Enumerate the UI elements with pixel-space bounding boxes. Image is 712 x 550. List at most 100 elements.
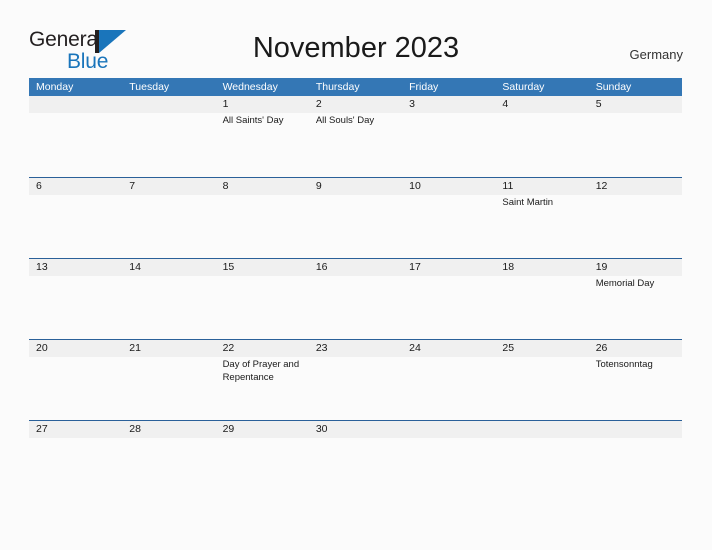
weekday-header-monday: Monday	[36, 81, 74, 93]
day-number-26[interactable]: 26	[589, 340, 682, 357]
day-events-10	[402, 195, 495, 257]
holiday-label: All Souls' Day	[315, 115, 375, 126]
holiday-label: Saint Martin	[502, 197, 554, 208]
weekday-header-sunday: Sunday	[595, 81, 632, 93]
holiday-label: Totensonntag	[595, 359, 653, 370]
day-events-18	[495, 276, 588, 338]
weekday-header-tuesday: Tuesday	[129, 81, 170, 93]
day-number-5[interactable]: 5	[589, 96, 682, 113]
weekday-header-saturday: Saturday	[502, 81, 545, 93]
day-events-29	[216, 438, 309, 500]
day-number-27[interactable]: 27	[29, 421, 122, 438]
weekday-header-wednesday: Wednesday	[222, 81, 278, 93]
day-events-9	[309, 195, 402, 257]
day-number-empty	[122, 96, 215, 113]
day-number-3[interactable]: 3	[402, 96, 495, 113]
day-number-1[interactable]: 1	[216, 96, 309, 113]
day-events-empty	[122, 113, 215, 175]
week-event-band: All Saints' Day All Souls' Day	[29, 113, 682, 175]
day-events-14	[122, 276, 215, 338]
day-events-24	[402, 357, 495, 419]
logo-text-blue: Blue	[67, 50, 109, 73]
general-blue-logo[interactable]: General Blue	[29, 28, 159, 73]
day-number-29[interactable]: 29	[216, 421, 309, 438]
day-number-25[interactable]: 25	[495, 340, 588, 357]
week-date-band: 20 21 22 23 24 25 26	[29, 340, 682, 357]
day-number-8[interactable]: 8	[216, 178, 309, 195]
day-events-7	[122, 195, 215, 257]
day-number-empty	[495, 421, 588, 438]
holiday-label: Day of Prayer and Repentance	[222, 359, 300, 383]
day-number-22[interactable]: 22	[216, 340, 309, 357]
day-number-11[interactable]: 11	[495, 178, 588, 195]
day-number-empty	[589, 421, 682, 438]
day-number-19[interactable]: 19	[589, 259, 682, 276]
country-label: Germany	[629, 47, 683, 62]
calendar-week-row: 1 2 3 4 5 All Saints' Day All Souls' Day	[29, 96, 682, 177]
day-number-14[interactable]: 14	[122, 259, 215, 276]
day-number-empty	[402, 421, 495, 438]
day-events-empty	[29, 113, 122, 175]
day-events-8	[216, 195, 309, 257]
day-events-13	[29, 276, 122, 338]
day-events-23	[309, 357, 402, 419]
day-number-12[interactable]: 12	[589, 178, 682, 195]
calendar-grid: Monday Tuesday Wednesday Thursday Friday Satu…	[29, 78, 682, 501]
day-events-2[interactable]: All Souls' Day	[309, 113, 402, 175]
calendar-week-row: 27 28 29 30	[29, 420, 682, 501]
day-events-20	[29, 357, 122, 419]
day-events-empty	[495, 438, 588, 500]
page-title: November 2023	[252, 32, 460, 64]
day-number-4[interactable]: 4	[495, 96, 588, 113]
week-event-band: Day of Prayer and Repentance Totensonntag	[29, 357, 682, 419]
day-events-empty	[589, 438, 682, 500]
day-number-23[interactable]: 23	[309, 340, 402, 357]
day-number-21[interactable]: 21	[122, 340, 215, 357]
day-events-1[interactable]: All Saints' Day	[216, 113, 309, 175]
week-date-band: 13 14 15 16 17 18 19	[29, 259, 682, 276]
day-number-2[interactable]: 2	[309, 96, 402, 113]
day-number-28[interactable]: 28	[122, 421, 215, 438]
day-number-15[interactable]: 15	[216, 259, 309, 276]
day-events-22[interactable]: Day of Prayer and Repentance	[216, 357, 309, 419]
day-number-9[interactable]: 9	[309, 178, 402, 195]
day-number-30[interactable]: 30	[309, 421, 402, 438]
day-events-11[interactable]: Saint Martin	[495, 195, 588, 257]
day-number-6[interactable]: 6	[29, 178, 122, 195]
week-event-band: Memorial Day	[29, 276, 682, 338]
day-events-26[interactable]: Totensonntag	[589, 357, 682, 419]
logo-text-general: General	[29, 28, 103, 51]
day-events-3	[402, 113, 495, 175]
week-date-band: 27 28 29 30	[29, 421, 682, 438]
day-number-17[interactable]: 17	[402, 259, 495, 276]
day-events-12	[589, 195, 682, 257]
day-events-4	[495, 113, 588, 175]
week-event-band: Saint Martin	[29, 195, 682, 257]
day-events-30	[309, 438, 402, 500]
calendar-week-row: 13 14 15 16 17 18 19 Memorial Day	[29, 258, 682, 339]
day-number-24[interactable]: 24	[402, 340, 495, 357]
day-events-19[interactable]: Memorial Day	[589, 276, 682, 338]
day-number-10[interactable]: 10	[402, 178, 495, 195]
day-number-13[interactable]: 13	[29, 259, 122, 276]
holiday-label: Memorial Day	[595, 278, 655, 289]
calendar-page: General Blue November 2023 Germany Monda…	[0, 0, 712, 550]
weekday-header-row: Monday Tuesday Wednesday Thursday Friday Satu…	[29, 78, 682, 96]
calendar-weeks: 1 2 3 4 5 All Saints' Day All Souls' Day 6 7 8 9 10…	[29, 96, 682, 501]
day-number-18[interactable]: 18	[495, 259, 588, 276]
weekday-header-friday: Friday	[409, 81, 439, 93]
day-events-15	[216, 276, 309, 338]
day-number-20[interactable]: 20	[29, 340, 122, 357]
page-header: General Blue November 2023 Germany	[0, 0, 712, 78]
weekday-header-thursday: Thursday	[315, 81, 360, 93]
day-events-27	[29, 438, 122, 500]
week-event-band	[29, 438, 682, 500]
day-events-empty	[402, 438, 495, 500]
week-date-band: 6 7 8 9 10 11 12	[29, 178, 682, 195]
day-events-25	[495, 357, 588, 419]
day-number-16[interactable]: 16	[309, 259, 402, 276]
holiday-label: All Saints' Day	[222, 115, 284, 126]
calendar-week-row: 20 21 22 23 24 25 26 Day of Prayer and Repentan…	[29, 339, 682, 420]
day-events-28	[122, 438, 215, 500]
day-number-7[interactable]: 7	[122, 178, 215, 195]
